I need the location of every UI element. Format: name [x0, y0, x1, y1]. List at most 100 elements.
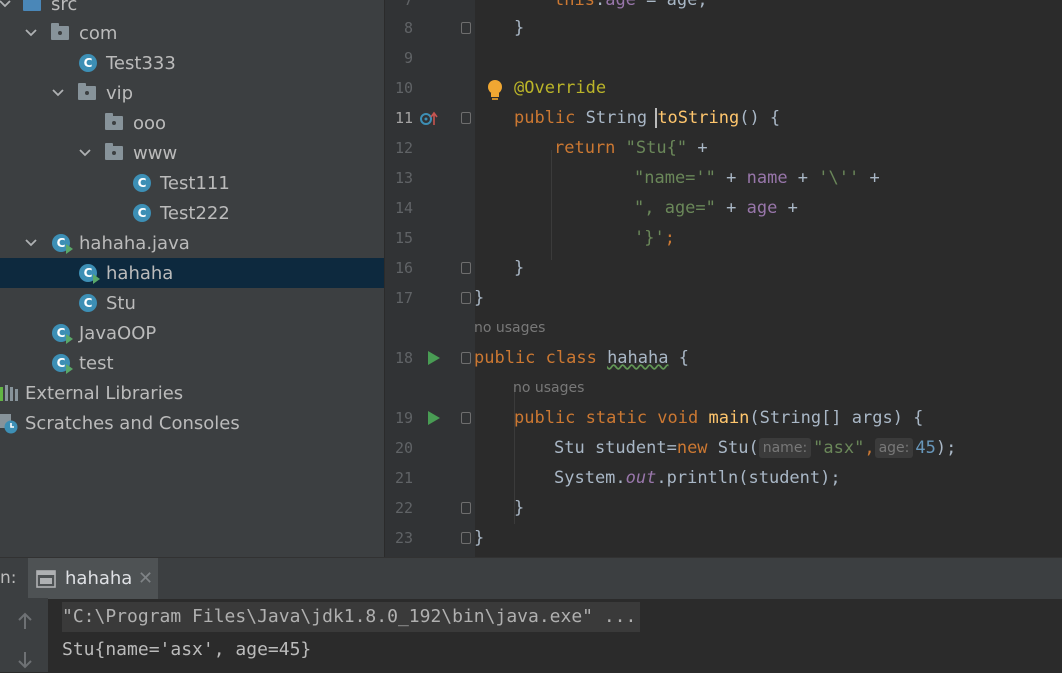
code-line-8[interactable]: } [514, 13, 524, 43]
usages-hint[interactable]: no usages [513, 373, 584, 403]
tree-item-label: JavaOOP [79, 322, 157, 344]
console-line-command[interactable]: "C:\Program Files\Java\jdk1.8.0_192\bin\… [62, 602, 641, 632]
code-line-12[interactable]: return "Stu{" + [554, 133, 708, 163]
code-line-10[interactable]: @Override [514, 73, 606, 103]
tree-item-label: ooo [133, 112, 167, 134]
code-token: System. [554, 468, 626, 488]
code-token: + [787, 168, 819, 188]
chevron-down-icon[interactable] [22, 234, 40, 252]
runnable-class-icon: C [51, 323, 73, 344]
code-token: () { [739, 108, 781, 128]
tree-item-com[interactable]: com [0, 18, 384, 48]
line-number: 9 [403, 49, 413, 67]
tree-item-hahaha-java[interactable]: C hahaha.java [0, 228, 384, 258]
chevron-down-icon[interactable] [76, 144, 94, 162]
code-token: this [554, 0, 595, 10]
run-tool-window: n: hahaha ✕ "C:\Program Files\Java\jdk1.… [0, 557, 1062, 672]
tree-item-test222[interactable]: C Test222 [0, 198, 384, 228]
tree-item-label: vip [106, 82, 134, 104]
console-line-output[interactable]: Stu{name='asx', age=45} [62, 635, 311, 665]
code-line-23[interactable]: } [474, 523, 484, 553]
code-token: out [625, 468, 657, 488]
class-icon: C [132, 173, 152, 193]
fold-marker-icon[interactable] [461, 112, 471, 124]
code-line-22[interactable]: } [514, 493, 524, 523]
line-number: 10 [394, 79, 413, 97]
code-line-14[interactable]: ", age=" + age + [634, 193, 798, 223]
tree-item-stu[interactable]: C Stu [0, 288, 384, 318]
code-editor[interactable]: 7 8 9 10 11 12 13 14 15 16 17 18 19 20 2… [385, 0, 1062, 557]
close-icon[interactable]: ✕ [138, 568, 153, 589]
run-gutter-icon[interactable] [428, 410, 440, 429]
runnable-class-icon: C [51, 353, 73, 374]
code-token: + [859, 168, 880, 188]
tree-item-label: Stu [106, 292, 136, 314]
code-token: public static void [514, 408, 709, 428]
package-icon [50, 23, 70, 43]
code-line-16[interactable]: } [514, 253, 524, 283]
code-line-19[interactable]: public static void main(String[] args) { [514, 403, 923, 433]
tree-item-external-libraries[interactable]: External Libraries [0, 378, 384, 408]
tree-item-javaoop[interactable]: C JavaOOP [0, 318, 384, 348]
chevron-down-icon[interactable] [0, 0, 14, 13]
code-token: hahaha [607, 348, 669, 368]
fold-marker-icon[interactable] [461, 532, 471, 544]
code-token: String [575, 108, 658, 128]
fold-marker-icon[interactable] [461, 502, 471, 514]
line-number: 14 [394, 199, 413, 217]
code-line-15[interactable]: '}'; [634, 223, 675, 253]
code-line-18[interactable]: public class hahaha { [474, 343, 689, 373]
libraries-icon [0, 383, 18, 403]
code-line-13[interactable]: "name='" + name + '\'' + [634, 163, 880, 193]
fold-marker-icon[interactable] [461, 262, 471, 274]
run-gutter-icon[interactable] [428, 350, 440, 369]
code-token: + [715, 198, 747, 218]
code-token: .println(student); [656, 468, 841, 488]
line-number: 21 [394, 469, 413, 487]
code-line-20[interactable]: Stu student=new Stu(name: "asx", age: 45); [554, 433, 956, 463]
line-number: 20 [394, 439, 413, 457]
tree-item-test111[interactable]: C Test111 [0, 168, 384, 198]
java-file-icon: C [51, 233, 73, 254]
fold-marker-icon[interactable] [461, 292, 471, 304]
chevron-down-icon[interactable] [49, 84, 67, 102]
tab-hahaha[interactable]: hahaha ✕ [28, 558, 158, 599]
tree-item-test333[interactable]: C Test333 [0, 48, 384, 78]
code-line-21[interactable]: System.out.println(student); [554, 463, 841, 493]
arrow-up-icon[interactable] [17, 612, 33, 634]
class-icon: C [78, 53, 98, 73]
code-token: 45 [915, 438, 936, 458]
tree-item-ooo[interactable]: ooo [0, 108, 384, 138]
fold-marker-icon[interactable] [461, 412, 471, 424]
code-token: + [715, 168, 747, 188]
tree-item-test[interactable]: C test [0, 348, 384, 378]
code-token: (String[] args) { [749, 408, 924, 428]
line-number: 12 [394, 139, 413, 157]
tree-item-vip[interactable]: vip [0, 78, 384, 108]
overrides-method-icon[interactable] [419, 111, 439, 131]
code-line-17[interactable]: } [474, 283, 484, 313]
code-line-11[interactable]: public String toString() { [514, 103, 780, 133]
tree-item-scratches[interactable]: Scratches and Consoles [0, 408, 384, 438]
line-number: 16 [394, 259, 413, 277]
chevron-down-icon[interactable] [22, 24, 40, 42]
tree-item-label: hahaha [106, 262, 174, 284]
tree-item-www[interactable]: www [0, 138, 384, 168]
tree-item-src[interactable]: src [0, 0, 384, 19]
code-line-7[interactable]: this.age = age; [554, 0, 708, 15]
fold-marker-icon[interactable] [461, 22, 471, 34]
fold-marker-icon[interactable] [461, 352, 471, 364]
line-number: 22 [394, 499, 413, 517]
tree-item-hahaha[interactable]: C hahaha [0, 258, 384, 288]
lightbulb-icon[interactable] [486, 79, 504, 105]
package-icon [104, 113, 124, 133]
arrow-down-icon[interactable] [17, 651, 33, 673]
run-tool-window-header: n: hahaha ✕ [0, 557, 1062, 599]
usages-hint[interactable]: no usages [474, 313, 545, 343]
line-number: 15 [394, 229, 413, 247]
tree-item-label: test [79, 352, 114, 374]
code-token: "asx" [813, 438, 865, 458]
runnable-class-icon: C [78, 263, 100, 284]
parameter-hint: age: [874, 438, 914, 458]
indent-guide [551, 150, 552, 260]
